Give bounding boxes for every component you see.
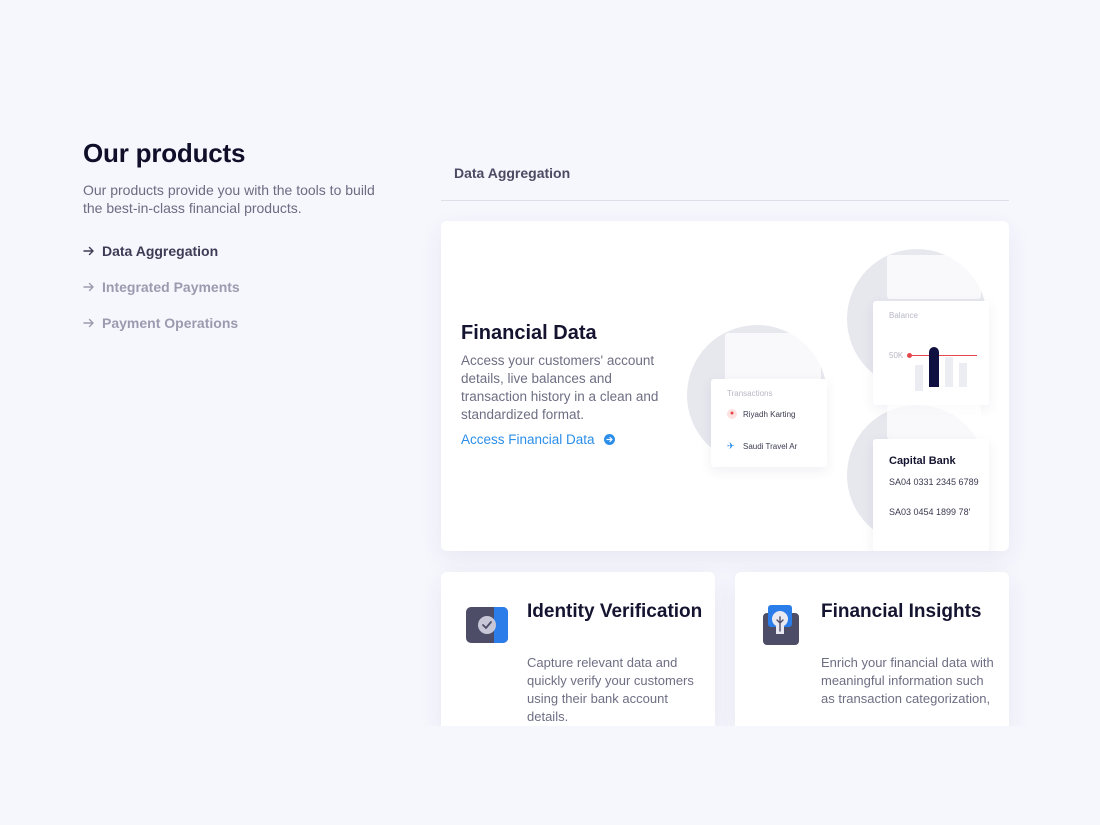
- product-nav: Data Aggregation Integrated Payments Pay…: [83, 233, 403, 341]
- page-footer-space: [0, 726, 1100, 825]
- financial-data-illustration: Transactions ● Riyadh Karting ✈ Saudi Tr…: [681, 221, 1009, 551]
- arrow-right-icon: [83, 282, 94, 292]
- link-label: Access Financial Data: [461, 432, 595, 447]
- card-title: Identity Verification: [527, 601, 703, 622]
- balance-label: Balance: [889, 311, 918, 320]
- balance-bar-highlight: [929, 347, 939, 387]
- card-description: Capture relevant data and quickly verify…: [527, 655, 694, 724]
- nav-item-integrated-payments[interactable]: Integrated Payments: [83, 269, 403, 305]
- bank-name: Capital Bank: [889, 455, 956, 467]
- fire-icon: ●: [727, 409, 737, 419]
- page-subtitle: Our products provide you with the tools …: [83, 182, 375, 216]
- balance-bar: [945, 357, 953, 387]
- nav-item-label: Integrated Payments: [102, 279, 240, 295]
- check-shield-icon: [466, 607, 508, 643]
- balance-line: [909, 355, 977, 356]
- transaction-row: ✈ Saudi Travel Ar: [727, 441, 797, 451]
- balance-bar: [959, 363, 967, 387]
- arrow-right-icon: [83, 246, 94, 256]
- page-title: Our products: [83, 138, 246, 168]
- identity-verification-card[interactable]: Identity Verification Capture relevant d…: [441, 572, 715, 732]
- card-description: Enrich your financial data with meaningf…: [821, 655, 994, 706]
- ghost-panel: [887, 405, 981, 439]
- products-intro: Our products Our products provide you wi…: [83, 138, 403, 341]
- transaction-row: ● Riyadh Karting: [727, 409, 795, 419]
- lightbulb-icon: [763, 605, 799, 645]
- product-tabbar: Data Aggregation: [441, 156, 1009, 201]
- balance-value: 50K: [889, 351, 904, 360]
- balance-marker: [907, 353, 912, 358]
- card-title: Financial Data: [461, 322, 597, 344]
- tab-data-aggregation[interactable]: Data Aggregation: [454, 165, 570, 181]
- nav-item-label: Data Aggregation: [102, 243, 219, 259]
- bank-iban: SA03 0454 1899 78': [889, 507, 971, 517]
- bank-panel: Capital Bank SA04 0331 2345 6789 SA03 04…: [873, 439, 989, 551]
- card-title: Financial Insights: [821, 601, 982, 622]
- transactions-label: Transactions: [727, 389, 773, 398]
- bank-iban: SA04 0331 2345 6789: [889, 477, 979, 487]
- financial-data-card: Financial Data Access your customers' ac…: [441, 221, 1009, 551]
- ghost-panel: [887, 255, 981, 299]
- transaction-merchant: Riyadh Karting: [743, 409, 796, 419]
- nav-item-data-aggregation[interactable]: Data Aggregation: [83, 233, 403, 269]
- transaction-merchant: Saudi Travel Ar: [743, 441, 798, 451]
- nav-item-label: Payment Operations: [102, 315, 239, 331]
- plane-icon: ✈: [727, 441, 735, 451]
- balance-bar: [915, 365, 923, 391]
- balance-panel: Balance 50K: [873, 301, 989, 405]
- card-description: Access your customers' account details, …: [461, 353, 659, 422]
- ghost-panel: [725, 333, 821, 381]
- access-financial-data-link[interactable]: Access Financial Data: [461, 432, 615, 447]
- nav-item-payment-operations[interactable]: Payment Operations: [83, 305, 403, 341]
- arrow-right-icon: [83, 318, 94, 328]
- financial-insights-card[interactable]: Financial Insights Enrich your financial…: [735, 572, 1009, 732]
- arrow-circle-right-icon: [603, 434, 615, 445]
- transactions-panel: Transactions ● Riyadh Karting ✈ Saudi Tr…: [711, 379, 827, 467]
